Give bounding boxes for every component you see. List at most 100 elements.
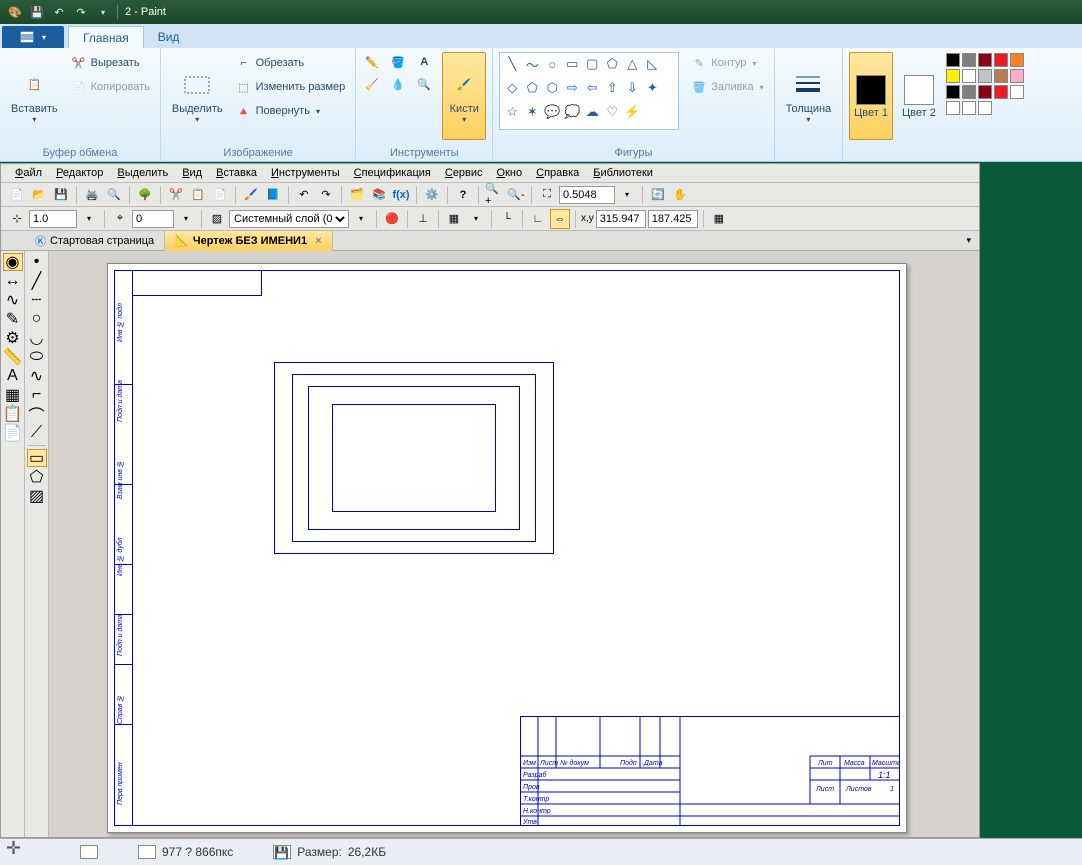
measure-mode-icon[interactable]: 📏 [3, 348, 23, 366]
grid-drop-icon[interactable]: ▾ [466, 209, 486, 229]
tab-drawing[interactable]: 📐 Чертеж БЕЗ ИМЕНИ1 × [165, 231, 332, 251]
lib-icon[interactable]: ⚙️ [422, 185, 442, 205]
redo-icon[interactable]: ↷ [316, 185, 336, 205]
paste-button[interactable]: 📋 Вставить ▾ [6, 52, 63, 140]
tab-home[interactable]: Главная [68, 26, 144, 48]
preview-icon[interactable]: 🔍 [104, 185, 124, 205]
arc-tool-icon[interactable]: ◡ [27, 329, 47, 347]
shape-lightning-icon[interactable]: ⚡ [622, 103, 642, 121]
ortho-icon[interactable]: ⊥ [413, 209, 433, 229]
shape-callout-oval-icon[interactable]: 💭 [562, 103, 582, 121]
layer-drop-icon[interactable]: ▾ [351, 209, 371, 229]
color-swatch[interactable] [946, 85, 960, 99]
undo-icon[interactable]: ↶ [49, 4, 69, 20]
report-mode-icon[interactable]: 📄 [3, 424, 23, 442]
spec-mode-icon[interactable]: 📋 [3, 405, 23, 423]
copy-icon[interactable]: 📋 [188, 185, 208, 205]
paste-icon[interactable]: 📄 [210, 185, 230, 205]
picker-tool[interactable]: 💧 [388, 74, 408, 94]
offset-input[interactable] [132, 210, 174, 228]
dimensions-mode-icon[interactable]: ↔ [3, 272, 23, 290]
coord-y-input[interactable] [648, 210, 698, 228]
tab-start-page[interactable]: Ⓚ Стартовая страница [25, 231, 165, 251]
menu-вставка[interactable]: Вставка [210, 167, 263, 179]
color-swatch[interactable] [962, 85, 976, 99]
shape-hexagon-icon[interactable]: ⬡ [542, 79, 562, 97]
layer-mgr-icon[interactable]: 🗂️ [347, 185, 367, 205]
color-swatch[interactable] [994, 85, 1008, 99]
dim-mode-icon[interactable]: ⇔ [550, 209, 570, 229]
polygon-tool-icon[interactable]: ⬠ [27, 468, 47, 486]
point-tool-icon[interactable]: • [27, 253, 47, 271]
redo-icon[interactable]: ↷ [71, 4, 91, 20]
color-btn-icon[interactable]: 🔴 [382, 209, 402, 229]
circle-tool-icon[interactable]: ○ [27, 310, 47, 328]
layers-icon[interactable]: 📚 [369, 185, 389, 205]
help-icon[interactable]: ? [453, 185, 473, 205]
vars-icon[interactable]: f(x) [391, 185, 411, 205]
color-swatch[interactable] [962, 101, 976, 115]
chamfer-tool-icon[interactable]: ⟋ [27, 424, 47, 442]
zoom-fit-icon[interactable]: ⛶ [537, 185, 557, 205]
save-icon[interactable]: 💾 [27, 4, 47, 20]
shape-arrow-u-icon[interactable]: ⇧ [602, 79, 622, 97]
menu-окно[interactable]: Окно [491, 167, 529, 179]
pan-icon[interactable]: ✋ [670, 185, 690, 205]
print-icon[interactable]: 🖨️ [82, 185, 102, 205]
menu-библиотеки[interactable]: Библиотеки [587, 167, 659, 179]
color-swatch[interactable] [962, 69, 976, 83]
tabs-dropdown-icon[interactable]: ▾ [958, 235, 979, 246]
params-mode-icon[interactable]: ⚙ [3, 329, 23, 347]
shape-star6-icon[interactable]: ✶ [522, 103, 542, 121]
shape-arrow-l-icon[interactable]: ⇦ [582, 79, 602, 97]
aux-line-tool-icon[interactable]: ┄ [27, 291, 47, 309]
thickness-button[interactable]: Толщина ▾ [781, 52, 837, 140]
shape-arrow-d-icon[interactable]: ⇩ [622, 79, 642, 97]
extra-icon[interactable]: ▦ [709, 209, 729, 229]
menu-файл[interactable]: Файл [9, 167, 48, 179]
shape-rtriangle-icon[interactable]: ◺ [642, 55, 662, 73]
resize-button[interactable]: ⬚ Изменить размер [232, 76, 350, 98]
offset-drop-icon[interactable]: ▾ [176, 209, 196, 229]
hatch-tool-icon[interactable]: ▨ [27, 487, 47, 505]
menu-инструменты[interactable]: Инструменты [265, 167, 346, 179]
bucket-tool[interactable]: 🪣 [388, 52, 408, 72]
text-mode-icon[interactable]: A [3, 367, 23, 385]
shape-callout-rnd-icon[interactable]: 💬 [542, 103, 562, 121]
fillet-tool-icon[interactable]: ⌒ [27, 405, 47, 423]
props-icon[interactable]: 📘 [263, 185, 283, 205]
pencil-tool[interactable]: ✏️ [362, 52, 382, 72]
shape-roundrect-icon[interactable]: ▢ [582, 55, 602, 73]
zoom-tool[interactable]: 🔍 [414, 74, 434, 94]
shape-fill-button[interactable]: 🪣 Заливка▾ [687, 76, 767, 98]
shape-callout-cloud-icon[interactable]: ☁ [582, 103, 602, 121]
menu-вид[interactable]: Вид [176, 167, 208, 179]
color-swatch[interactable] [946, 53, 960, 67]
brushes-button[interactable]: 🖌️ Кисти ▾ [442, 52, 486, 140]
color-swatch[interactable] [1010, 85, 1024, 99]
grid-icon[interactable]: ▦ [444, 209, 464, 229]
symbols-mode-icon[interactable]: ∿ [3, 291, 23, 309]
color-swatch[interactable] [994, 69, 1008, 83]
shape-gallery[interactable]: ╲ 〜 ○ ▭ ▢ ⬠ △ ◺ ◇ ⬠ ⬡ ⇨ ⇦ ⇧ ⇩ ✦ ☆ ✶ 💬 💭 [499, 52, 679, 130]
color-swatch[interactable] [978, 69, 992, 83]
menu-выделить[interactable]: Выделить [111, 167, 174, 179]
ellipse-tool-icon[interactable]: ⬭ [27, 348, 47, 366]
shape-heart-icon[interactable]: ♡ [602, 103, 622, 121]
color-swatch[interactable] [946, 101, 960, 115]
color-swatch[interactable] [978, 101, 992, 115]
menu-справка[interactable]: Справка [530, 167, 585, 179]
scale-input[interactable] [29, 210, 77, 228]
shape-star5-icon[interactable]: ☆ [502, 103, 522, 121]
drawing-canvas[interactable]: Перв примен Справ № Подп и дата Инв № ду… [49, 251, 979, 837]
color-swatch[interactable] [962, 53, 976, 67]
shape-diamond-icon[interactable]: ◇ [502, 79, 522, 97]
color-swatch[interactable] [946, 69, 960, 83]
hatch-icon[interactable]: ▨ [207, 209, 227, 229]
shape-arrow-r-icon[interactable]: ⇨ [562, 79, 582, 97]
open-icon[interactable]: 📂 [29, 185, 49, 205]
menu-сервис[interactable]: Сервис [439, 167, 489, 179]
qat-dropdown-icon[interactable]: ▾ [93, 4, 113, 20]
rotate-button[interactable]: 🔺 Повернуть ▾ [232, 100, 350, 122]
menu-спецификация[interactable]: Спецификация [348, 167, 437, 179]
